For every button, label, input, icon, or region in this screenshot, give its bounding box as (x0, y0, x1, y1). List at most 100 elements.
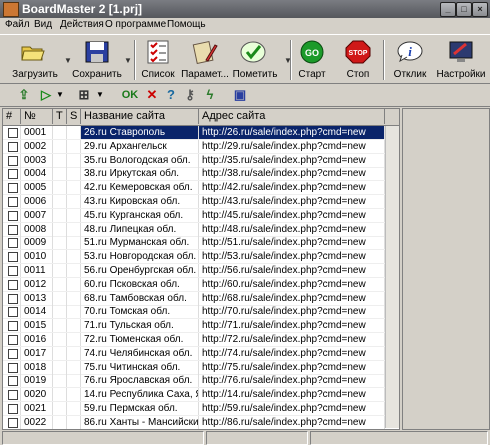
row-checkbox[interactable] (8, 183, 18, 194)
table-scrollbar[interactable] (385, 126, 399, 428)
row-checkbox-cell[interactable] (3, 181, 21, 195)
row-checkbox-cell[interactable] (3, 126, 21, 139)
row-checkbox[interactable] (8, 141, 18, 152)
table-row[interactable]: 0021 59.ru Пермская обл. http://59.ru/sale… (3, 402, 399, 416)
col-t[interactable]: T (53, 109, 67, 124)
row-checkbox[interactable] (8, 307, 18, 318)
start-button[interactable]: GO Старт (294, 38, 330, 82)
table-row[interactable]: 0008 48.ru Липецкая обл. http://48.ru/sale… (3, 222, 399, 237)
save-button[interactable]: ▼ Сохранить (72, 38, 132, 82)
params-button[interactable]: Парамет... (180, 38, 230, 82)
ok-button[interactable]: OK (120, 87, 140, 103)
row-checkbox-cell[interactable] (3, 250, 21, 264)
row-checkbox[interactable] (8, 169, 18, 180)
stop-button[interactable]: STOP Стоп (340, 38, 376, 82)
row-checkbox-cell[interactable] (3, 167, 21, 181)
row-checkbox[interactable] (8, 197, 18, 207)
row-checkbox[interactable] (8, 252, 18, 263)
table-row[interactable]: 0012 60.ru Псковская обл. http://60.ru/sal… (3, 277, 399, 292)
row-checkbox[interactable] (8, 390, 18, 401)
menu-view[interactable]: Вид (34, 19, 52, 30)
menu-help[interactable]: Помощь (167, 19, 206, 30)
table-row[interactable]: 0004 38.ru Иркутская обл. http://38.ru/sal… (3, 167, 399, 182)
table-row[interactable]: 0019 76.ru Ярославская обл. http://76.ru/s… (3, 374, 399, 389)
minimize-button[interactable]: _ (440, 2, 456, 17)
tree-dropdown-icon[interactable]: ▼ (92, 87, 108, 103)
table-row[interactable]: 0009 51.ru Мурманская обл. http://51.ru/sa… (3, 236, 399, 251)
row-checkbox[interactable] (8, 128, 18, 138)
menu-about[interactable]: О программе (105, 19, 166, 30)
row-checkbox-cell[interactable] (3, 291, 21, 305)
col-s[interactable]: S (67, 109, 81, 124)
row-checkbox-cell[interactable] (3, 153, 21, 167)
mark-button[interactable]: ▼ Пометить (230, 38, 292, 82)
table-row[interactable]: 0002 29.ru Архангельск http://29.ru/sale/i… (3, 139, 399, 154)
row-checkbox-cell[interactable] (3, 222, 21, 236)
row-checkbox[interactable] (8, 238, 18, 249)
row-checkbox-cell[interactable] (3, 277, 21, 291)
table-row[interactable]: 0013 68.ru Тамбовская обл. http://68.ru/sa… (3, 291, 399, 306)
col-site-name[interactable]: Название сайта (81, 109, 199, 124)
row-checkbox[interactable] (8, 404, 18, 414)
row-checkbox-cell[interactable] (3, 264, 21, 277)
row-checkbox[interactable] (8, 155, 18, 166)
load-button[interactable]: ▼ Загрузить (10, 38, 72, 82)
row-checkbox[interactable] (8, 266, 18, 276)
row-checkbox-cell[interactable] (3, 195, 21, 208)
table-row[interactable]: 0011 56.ru Оренбургская обл. http://56.ru/… (3, 264, 399, 278)
row-checkbox[interactable] (8, 224, 18, 235)
maximize-button[interactable]: □ (456, 2, 472, 17)
row-checkbox[interactable] (8, 335, 18, 345)
play-dropdown-icon[interactable]: ▼ (52, 87, 68, 103)
row-checkbox-cell[interactable] (3, 360, 21, 374)
export-icon[interactable]: ⇪ (16, 87, 32, 103)
row-checkbox[interactable] (8, 279, 18, 290)
row-checkbox[interactable] (8, 362, 18, 373)
table-row[interactable]: 0017 74.ru Челябинская обл. http://74.ru/s… (3, 346, 399, 361)
table-row[interactable]: 0006 43.ru Кировская обл. http://43.ru/sal… (3, 195, 399, 209)
menu-file[interactable]: Файл (5, 19, 30, 30)
row-checkbox[interactable] (8, 348, 18, 359)
menu-actions[interactable]: Действия (60, 19, 104, 30)
row-checkbox-cell[interactable] (3, 333, 21, 346)
table-row[interactable]: 0018 75.ru Читинская обл. http://75.ru/sal… (3, 360, 399, 375)
row-checkbox[interactable] (8, 417, 18, 428)
table-row[interactable]: 0001 26.ru Ставрополь http://26.ru/sale/in… (3, 126, 399, 140)
table-row[interactable]: 0010 53.ru Новгородская обл. http://53.ru/… (3, 250, 399, 265)
row-checkbox-cell[interactable] (3, 305, 21, 319)
question-icon[interactable]: ? (163, 87, 179, 103)
row-checkbox-cell[interactable] (3, 139, 21, 153)
row-checkbox-cell[interactable] (3, 388, 21, 402)
table-row[interactable]: 0007 45.ru Курганская обл. http://45.ru/sa… (3, 208, 399, 223)
row-checkbox-cell[interactable] (3, 319, 21, 333)
lightning-icon[interactable]: ϟ (202, 87, 218, 103)
row-checkbox-cell[interactable] (3, 402, 21, 415)
row-checkbox[interactable] (8, 376, 18, 387)
row-checkbox-cell[interactable] (3, 208, 21, 222)
table-row[interactable]: 0014 70.ru Томская обл. http://70.ru/sale/… (3, 305, 399, 320)
key-icon[interactable]: ⚷ (182, 87, 198, 103)
row-checkbox[interactable] (8, 321, 18, 332)
save-small-icon[interactable]: ▣ (232, 87, 248, 103)
table-row[interactable]: 0005 42.ru Кемеровская обл. http://42.ru/s… (3, 181, 399, 196)
cancel-x-icon[interactable]: ✕ (144, 87, 160, 103)
settings-button[interactable]: Настройки (434, 38, 488, 82)
table-row[interactable]: 0016 72.ru Тюменская обл. http://72.ru/sal… (3, 333, 399, 347)
table-row[interactable]: 0022 86.ru Ханты - Мансийский...http://86… (3, 415, 399, 429)
response-button[interactable]: i Отклик (388, 38, 432, 82)
row-checkbox-cell[interactable] (3, 415, 21, 429)
col-hash[interactable]: # (3, 109, 21, 124)
table-row[interactable]: 0003 35.ru Вологодская обл. http://35.ru/s… (3, 153, 399, 168)
table-row[interactable]: 0015 71.ru Тульская обл. http://71.ru/sale… (3, 319, 399, 334)
row-checkbox[interactable] (8, 210, 18, 221)
row-checkbox-cell[interactable] (3, 374, 21, 388)
close-button[interactable]: × (472, 2, 488, 17)
row-checkbox-cell[interactable] (3, 236, 21, 250)
row-checkbox[interactable] (8, 293, 18, 304)
col-site-url[interactable]: Адрес сайта (199, 109, 385, 124)
tree-icon[interactable]: ⊞ (76, 87, 92, 103)
col-number[interactable]: № (21, 109, 53, 124)
table-row[interactable]: 0020 14.ru Республика Саха, Як...http://1… (3, 388, 399, 403)
row-checkbox-cell[interactable] (3, 346, 21, 360)
list-button[interactable]: Список (138, 38, 178, 82)
